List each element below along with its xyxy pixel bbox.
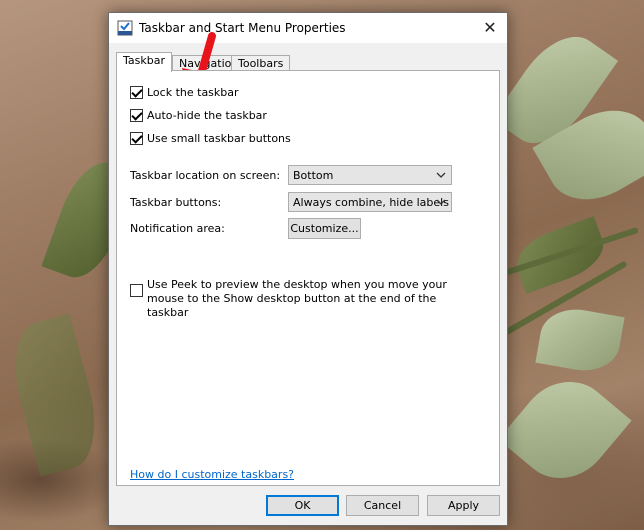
small-buttons-checkbox[interactable] <box>130 132 143 145</box>
taskbar-location-value: Bottom <box>293 169 334 182</box>
ok-button[interactable]: OK <box>266 495 339 516</box>
leaf-decoration <box>498 362 632 498</box>
small-buttons-option[interactable]: Use small taskbar buttons <box>130 131 291 146</box>
apply-button[interactable]: Apply <box>427 495 500 516</box>
peek-option[interactable]: Use Peek to preview the desktop when you… <box>130 278 480 320</box>
lock-taskbar-checkbox[interactable] <box>130 86 143 99</box>
help-link[interactable]: How do I customize taskbars? <box>130 468 294 481</box>
taskbar-buttons-value: Always combine, hide labels <box>293 196 449 209</box>
chevron-down-icon <box>436 172 446 178</box>
close-button[interactable]: ✕ <box>473 13 507 43</box>
taskbar-buttons-select[interactable]: Always combine, hide labels <box>288 192 452 212</box>
cancel-button[interactable]: Cancel <box>346 495 419 516</box>
leaf-decoration <box>535 303 625 377</box>
lock-taskbar-option[interactable]: Lock the taskbar <box>130 85 239 100</box>
tab-taskbar[interactable]: Taskbar <box>116 52 172 72</box>
taskbar-buttons-label: Taskbar buttons: <box>130 196 222 209</box>
window-title: Taskbar and Start Menu Properties <box>139 21 346 35</box>
peek-checkbox[interactable] <box>130 284 143 297</box>
taskbar-properties-icon <box>117 20 133 36</box>
auto-hide-checkbox[interactable] <box>130 109 143 122</box>
title-bar[interactable]: Taskbar and Start Menu Properties ✕ <box>109 13 507 43</box>
taskbar-location-select[interactable]: Bottom <box>288 165 452 185</box>
peek-label: Use Peek to preview the desktop when you… <box>147 278 447 319</box>
close-icon: ✕ <box>483 18 497 37</box>
lock-taskbar-label: Lock the taskbar <box>147 86 239 99</box>
taskbar-tab-panel: Lock the taskbar Auto-hide the taskbar U… <box>116 70 500 486</box>
chevron-down-icon <box>436 199 446 205</box>
taskbar-location-label: Taskbar location on screen: <box>130 169 281 182</box>
notification-area-label: Notification area: <box>130 222 225 235</box>
auto-hide-option[interactable]: Auto-hide the taskbar <box>130 108 267 123</box>
leaf-decoration <box>1 313 109 477</box>
auto-hide-label: Auto-hide the taskbar <box>147 109 267 122</box>
customize-button[interactable]: Customize... <box>288 218 361 239</box>
taskbar-properties-dialog: Taskbar and Start Menu Properties ✕ Task… <box>108 12 508 526</box>
small-buttons-label: Use small taskbar buttons <box>147 132 291 145</box>
